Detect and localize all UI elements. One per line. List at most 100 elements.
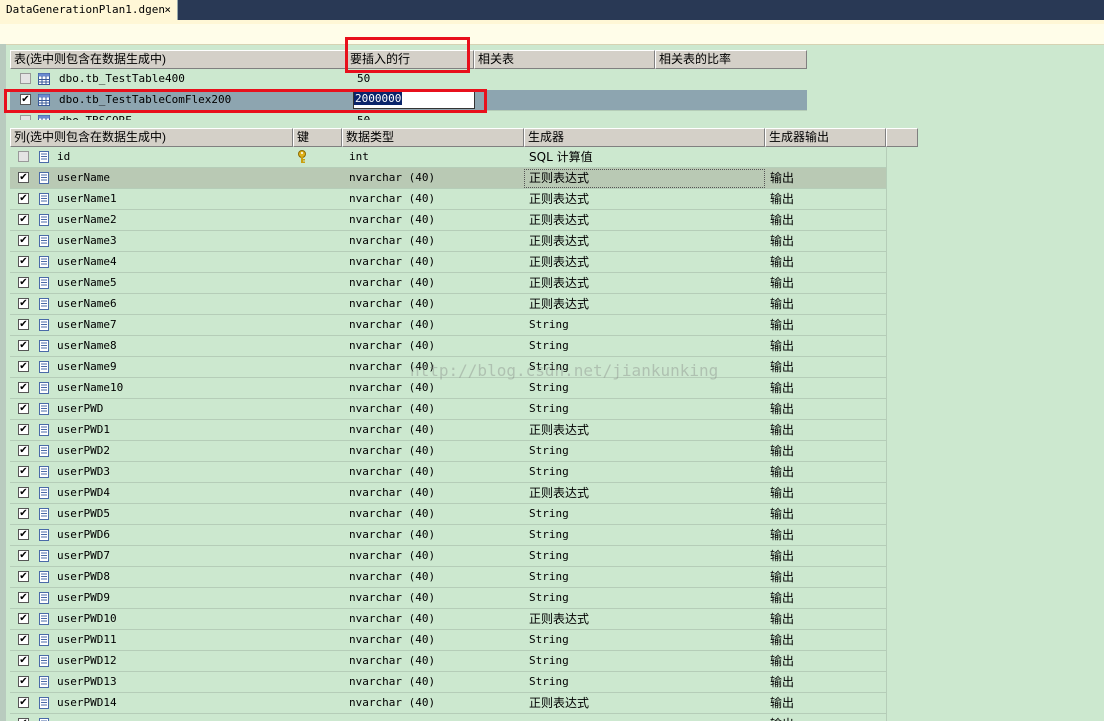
generator-output-dropdown[interactable]: 输出	[770, 378, 880, 398]
generator-dropdown[interactable]: 正则表达式	[529, 231, 759, 251]
related-ratio-value[interactable]	[659, 90, 799, 110]
include-checkbox[interactable]: ✔	[18, 529, 29, 540]
header-rows-to-insert[interactable]: 要插入的行	[346, 50, 474, 69]
header-generator[interactable]: 生成器	[524, 128, 765, 147]
include-checkbox[interactable]	[20, 73, 31, 84]
generator-dropdown[interactable]: String	[529, 315, 759, 335]
generator-dropdown[interactable]: String	[529, 525, 759, 545]
generator-output-dropdown[interactable]: 输出	[770, 588, 880, 608]
generator-output-dropdown[interactable]: 输出	[770, 399, 880, 419]
column-row[interactable]: ✔ userPWD12 nvarchar (40) String 输出	[10, 651, 886, 672]
include-checkbox[interactable]: ✔	[18, 613, 29, 624]
generator-output-dropdown[interactable]: 输出	[770, 336, 880, 356]
include-checkbox[interactable]: ✔	[18, 487, 29, 498]
column-row[interactable]: ✔ userName nvarchar (40) 正则表达式 输出	[10, 168, 886, 189]
generator-dropdown[interactable]: String	[529, 588, 759, 608]
column-row[interactable]: ✔ userPWD9 nvarchar (40) String 输出	[10, 588, 886, 609]
generator-dropdown[interactable]: 正则表达式	[529, 483, 759, 503]
rows-to-insert-value[interactable]: 2000000	[354, 92, 403, 105]
generator-output-dropdown[interactable]: 输出	[770, 546, 880, 566]
generator-dropdown[interactable]: String	[529, 630, 759, 650]
related-ratio-value[interactable]	[659, 111, 799, 120]
table-row[interactable]: dbo.tb_TestTable400 50	[10, 69, 370, 90]
column-row[interactable]: ✔ userName8 nvarchar (40) String 输出	[10, 336, 886, 357]
column-row[interactable]: id int SQL 计算值	[10, 147, 886, 168]
generator-dropdown[interactable]: String	[529, 672, 759, 692]
include-checkbox[interactable]: ✔	[18, 571, 29, 582]
column-row[interactable]: ✔ userPWD2 nvarchar (40) String 输出	[10, 441, 886, 462]
header-related-table[interactable]: 相关表	[474, 50, 655, 69]
generator-output-dropdown[interactable]: 输出	[770, 462, 880, 482]
generator-dropdown[interactable]: SQL 计算值	[529, 147, 759, 167]
include-checkbox[interactable]: ✔	[18, 319, 29, 330]
generator-dropdown[interactable]: 正则表达式	[529, 273, 759, 293]
column-row[interactable]: ✔ userPWD1 nvarchar (40) 正则表达式 输出	[10, 420, 886, 441]
include-checkbox[interactable]: ✔	[18, 445, 29, 456]
include-checkbox[interactable]: ✔	[18, 277, 29, 288]
generator-output-dropdown[interactable]: 输出	[770, 273, 880, 293]
generator-dropdown[interactable]: 正则表达式	[529, 252, 759, 272]
include-checkbox[interactable]: ✔	[20, 94, 31, 105]
column-row[interactable]: ✔ userPWD7 nvarchar (40) String 输出	[10, 546, 886, 567]
generator-output-dropdown[interactable]: 输出	[770, 651, 880, 671]
generator-output-dropdown[interactable]: 输出	[770, 609, 880, 629]
generator-dropdown[interactable]	[529, 714, 759, 721]
include-checkbox[interactable]: ✔	[18, 256, 29, 267]
generator-output-dropdown[interactable]: 输出	[770, 693, 880, 713]
generator-dropdown[interactable]: String	[529, 567, 759, 587]
table-row[interactable]: ✔ dbo.tb_TestTableComFlex200 2000000	[10, 90, 807, 111]
include-checkbox[interactable]: ✔	[18, 550, 29, 561]
column-row[interactable]: ✔ userPWD6 nvarchar (40) String 输出	[10, 525, 886, 546]
generator-dropdown[interactable]: 正则表达式	[529, 420, 759, 440]
generator-output-dropdown[interactable]: 输出	[770, 168, 880, 188]
column-row[interactable]: ✔ userPWD10 nvarchar (40) 正则表达式 输出	[10, 609, 886, 630]
header-related-ratio[interactable]: 相关表的比率	[655, 50, 807, 69]
related-ratio-value[interactable]	[659, 69, 799, 89]
generator-output-dropdown[interactable]: 输出	[770, 210, 880, 230]
generator-dropdown[interactable]: 正则表达式	[529, 294, 759, 314]
generator-dropdown[interactable]: String	[529, 399, 759, 419]
generator-dropdown[interactable]: String	[529, 357, 759, 377]
column-row[interactable]: ✔ userName1 nvarchar (40) 正则表达式 输出	[10, 189, 886, 210]
column-row[interactable]: ✔ userPWD4 nvarchar (40) 正则表达式 输出	[10, 483, 886, 504]
generator-dropdown[interactable]: String	[529, 504, 759, 524]
include-checkbox[interactable]	[20, 115, 31, 120]
column-row[interactable]: ✔ userName3 nvarchar (40) 正则表达式 输出	[10, 231, 886, 252]
header-key[interactable]: 键	[293, 128, 342, 147]
generator-dropdown[interactable]: String	[529, 546, 759, 566]
include-checkbox[interactable]: ✔	[18, 424, 29, 435]
header-data-type[interactable]: 数据类型	[342, 128, 524, 147]
generator-dropdown[interactable]: String	[529, 378, 759, 398]
column-row[interactable]: ✔ userPWD3 nvarchar (40) String 输出	[10, 462, 886, 483]
column-row[interactable]: ✔ userName9 nvarchar (40) String 输出	[10, 357, 886, 378]
include-checkbox[interactable]: ✔	[18, 172, 29, 183]
generator-dropdown[interactable]: String	[529, 462, 759, 482]
column-row[interactable]: ✔ userName2 nvarchar (40) 正则表达式 输出	[10, 210, 886, 231]
generator-dropdown[interactable]: String	[529, 336, 759, 356]
include-checkbox[interactable]: ✔	[18, 634, 29, 645]
column-row[interactable]: ✔ userPWD8 nvarchar (40) String 输出	[10, 567, 886, 588]
related-table-value[interactable]	[478, 90, 648, 110]
tab-datagenerationplan[interactable]: DataGenerationPlan1.dgen ×	[0, 0, 178, 20]
include-checkbox[interactable]: ✔	[18, 214, 29, 225]
generator-output-dropdown[interactable]: 输出	[770, 420, 880, 440]
include-checkbox[interactable]: ✔	[18, 382, 29, 393]
include-checkbox[interactable]: ✔	[18, 508, 29, 519]
generator-output-dropdown[interactable]: 输出	[770, 525, 880, 545]
related-table-value[interactable]	[478, 69, 648, 89]
column-row[interactable]: ✔ userName10 nvarchar (40) String 输出	[10, 378, 886, 399]
generator-output-dropdown[interactable]: 输出	[770, 189, 880, 209]
include-checkbox[interactable]: ✔	[18, 697, 29, 708]
column-row[interactable]: ✔输出	[10, 714, 886, 721]
include-checkbox[interactable]: ✔	[18, 193, 29, 204]
generator-output-dropdown[interactable]: 输出	[770, 441, 880, 461]
include-checkbox[interactable]	[18, 151, 29, 162]
column-row[interactable]: ✔ userPWD nvarchar (40) String 输出	[10, 399, 886, 420]
column-row[interactable]: ✔ userName5 nvarchar (40) 正则表达式 输出	[10, 273, 886, 294]
include-checkbox[interactable]: ✔	[18, 340, 29, 351]
table-row[interactable]: dbo.TBSCORE50	[10, 111, 370, 120]
generator-output-dropdown[interactable]: 输出	[770, 714, 880, 721]
generator-output-dropdown[interactable]: 输出	[770, 630, 880, 650]
close-icon[interactable]: ×	[164, 0, 171, 19]
generator-dropdown[interactable]: 正则表达式	[529, 168, 759, 188]
